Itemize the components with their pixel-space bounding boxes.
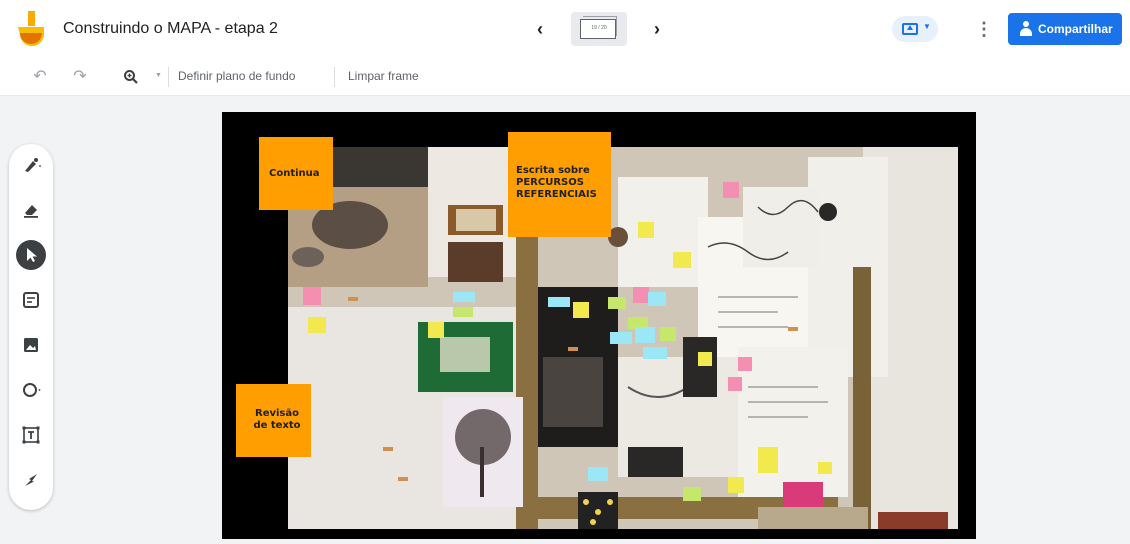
- toolbar-divider: [334, 67, 335, 87]
- sticky-note[interactable]: Continua: [259, 137, 333, 210]
- document-title[interactable]: Construindo o MAPA - etapa 2: [63, 20, 278, 38]
- sticky-note-text: Revisão de texto: [253, 408, 301, 431]
- collage-wall-photo: [288, 147, 958, 529]
- frame-thumbnail: 19 / 20: [580, 19, 616, 39]
- set-background-button[interactable]: Definir plano de fundo: [178, 69, 295, 83]
- undo-icon[interactable]: ↶: [29, 66, 51, 88]
- share-button[interactable]: Compartilhar: [1008, 13, 1122, 45]
- toolbar: ↶ ↷ ▼ Definir plano de fundo Limpar fram…: [0, 58, 1130, 96]
- sticky-note-text: Escrita sobre PERCURSOS REFERENCIAIS: [516, 165, 597, 200]
- person-add-icon: [1019, 21, 1033, 37]
- eraser-icon[interactable]: [16, 195, 46, 225]
- redo-icon[interactable]: ↷: [69, 66, 91, 88]
- laser-icon[interactable]: [16, 465, 46, 495]
- sticky-note[interactable]: Revisão de texto: [236, 384, 311, 457]
- sticky-note-icon[interactable]: [16, 285, 46, 315]
- chevron-left-icon[interactable]: ‹: [528, 17, 552, 41]
- share-button-label: Compartilhar: [1038, 22, 1113, 36]
- zoom-icon[interactable]: [120, 66, 142, 88]
- more-vert-icon[interactable]: ⋮: [974, 17, 994, 41]
- clear-frame-button[interactable]: Limpar frame: [348, 69, 419, 83]
- image-icon[interactable]: [16, 330, 46, 360]
- text-box-icon[interactable]: [16, 420, 46, 450]
- zoom-dropdown-icon[interactable]: ▼: [155, 72, 162, 79]
- jamboard-logo-icon[interactable]: [16, 11, 46, 47]
- present-screen-icon: [902, 23, 918, 35]
- sticky-note-text: Continua: [269, 168, 320, 179]
- circle-shape-icon[interactable]: [16, 375, 46, 405]
- jam-frame[interactable]: Continua Escrita sobre PERCURSOS REFEREN…: [222, 112, 976, 539]
- toolbar-divider: [168, 67, 169, 87]
- frame-bar-button[interactable]: 19 / 20: [571, 12, 627, 46]
- pen-icon[interactable]: [16, 150, 46, 180]
- select-arrow-icon[interactable]: [16, 240, 46, 270]
- app-header: Construindo o MAPA - etapa 2 ‹ 19 / 20 ›…: [0, 0, 1130, 58]
- sticky-note[interactable]: Escrita sobre PERCURSOS REFERENCIAIS: [508, 132, 611, 237]
- frame-counter: 19 / 20: [591, 25, 607, 31]
- chevron-right-icon[interactable]: ›: [645, 17, 669, 41]
- tool-palette: [9, 144, 53, 510]
- present-button[interactable]: ▼: [892, 16, 938, 42]
- chevron-down-icon: ▼: [923, 22, 931, 31]
